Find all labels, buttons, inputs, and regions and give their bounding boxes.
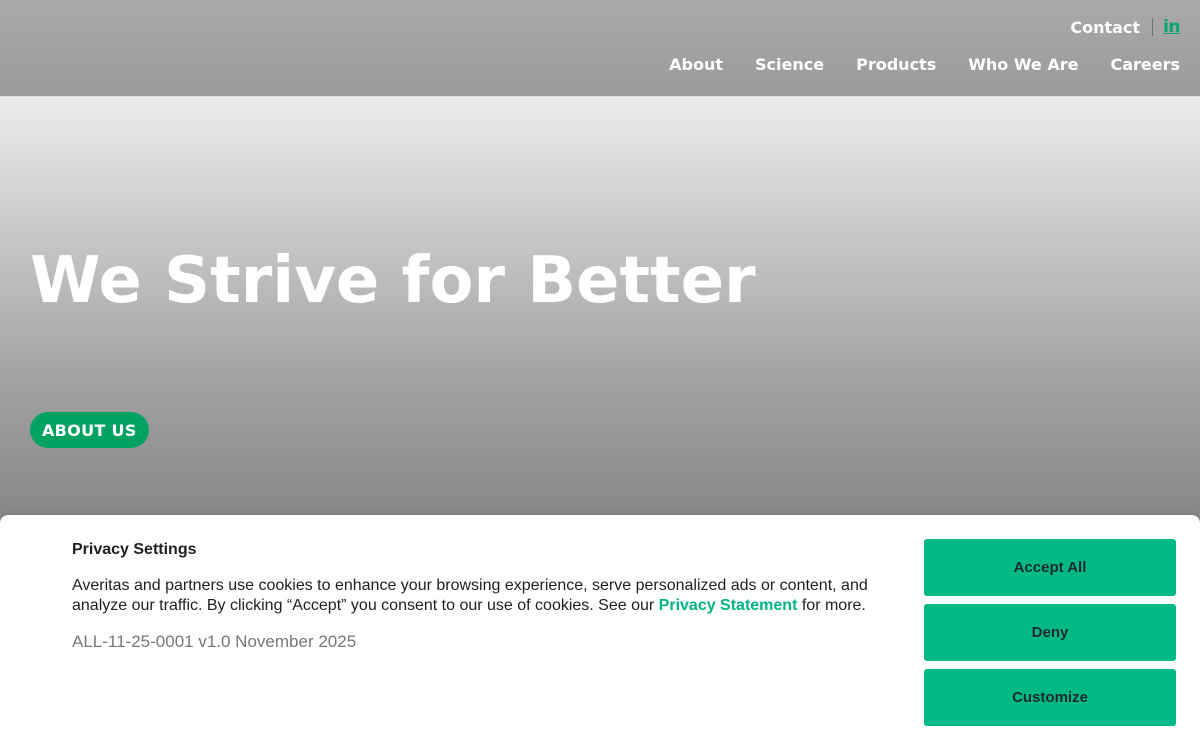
linkedin-icon[interactable]: in xyxy=(1163,17,1180,37)
nav-item-about[interactable]: About xyxy=(669,55,723,74)
cookie-banner: Privacy Settings Averitas and partners u… xyxy=(0,515,1200,750)
page: Contact in About Science Products Who We… xyxy=(0,0,1200,750)
main-nav: About Science Products Who We Are Career… xyxy=(669,55,1180,74)
top-links: Contact in xyxy=(1070,16,1180,38)
contact-link[interactable]: Contact xyxy=(1070,18,1140,37)
cookie-banner-title: Privacy Settings xyxy=(72,541,197,558)
nav-item-science[interactable]: Science xyxy=(755,55,824,74)
deny-button[interactable]: Deny xyxy=(924,604,1176,661)
customize-button[interactable]: Customize xyxy=(924,669,1176,726)
top-links-divider xyxy=(1152,18,1154,36)
privacy-statement-link[interactable]: Privacy Statement xyxy=(659,597,798,614)
hero-section: We Strive for Better ABOUT US xyxy=(0,97,1200,527)
accept-all-button[interactable]: Accept All xyxy=(924,539,1176,596)
cookie-banner-text: Averitas and partners use cookies to enh… xyxy=(72,576,892,616)
about-us-button[interactable]: ABOUT US xyxy=(30,412,149,448)
cookie-button-group: Accept All Deny Customize xyxy=(924,539,1176,726)
nav-item-who-we-are[interactable]: Who We Are xyxy=(968,55,1078,74)
site-header: Contact in About Science Products Who We… xyxy=(0,0,1200,97)
cookie-text-after-link: for more. xyxy=(797,597,866,614)
nav-item-products[interactable]: Products xyxy=(856,55,936,74)
nav-item-careers[interactable]: Careers xyxy=(1110,55,1180,74)
cookie-banner-version: ALL-11-25-0001 v1.0 November 2025 xyxy=(72,632,357,651)
hero-title: We Strive for Better xyxy=(30,244,756,318)
